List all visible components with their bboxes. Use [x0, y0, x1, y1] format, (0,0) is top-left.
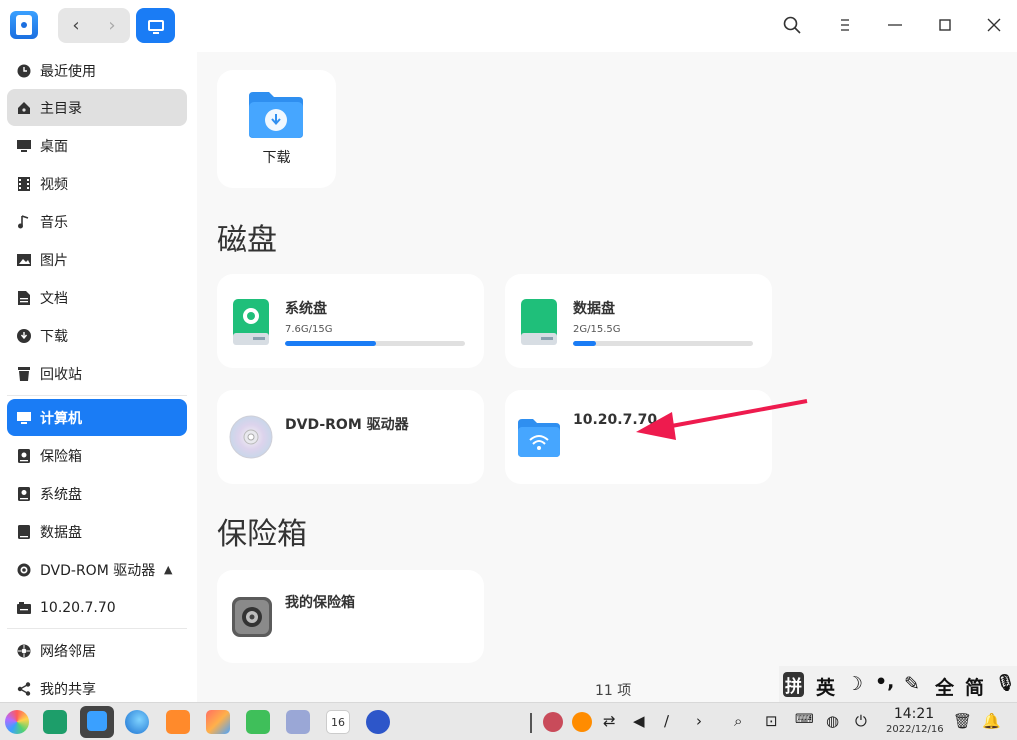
- browser-app-icon[interactable]: [125, 710, 149, 734]
- tray-update-icon[interactable]: [572, 712, 592, 732]
- ime-moon-icon[interactable]: ☽: [846, 673, 863, 695]
- image-viewer-app-icon[interactable]: [206, 710, 230, 734]
- ime-pen-icon[interactable]: ✎: [904, 673, 920, 695]
- trash-tray-icon[interactable]: 🗑: [953, 712, 972, 730]
- tray-app-icon[interactable]: [543, 712, 563, 732]
- search-icon[interactable]: ⌕: [734, 712, 742, 730]
- taskbar-separator: [530, 713, 532, 733]
- calendar-app-icon[interactable]: 16: [326, 710, 350, 734]
- document-viewer-app-icon[interactable]: [286, 710, 310, 734]
- clock-date[interactable]: 2022/12/16: [886, 724, 944, 735]
- keyboard-icon[interactable]: ⌨: [795, 712, 814, 727]
- screenshot-icon[interactable]: ⊡: [765, 712, 778, 730]
- terminal-app-icon[interactable]: [43, 710, 67, 734]
- taskbar: 16 ⇄ ◀ ∕ › ⌕ ⊡ ⌨ ◍ ⏻ 14:21 2022/12/16 🗑 …: [0, 702, 1017, 740]
- input-method-bar: 拼 英 ☽ •, ✎ 全 简 🎙: [779, 666, 1017, 704]
- network-transfer-icon[interactable]: ⇄: [603, 712, 616, 730]
- app-store-icon[interactable]: [166, 710, 190, 734]
- pen-tool-icon[interactable]: ∕: [664, 712, 669, 730]
- clock-time[interactable]: 14:21: [886, 706, 942, 722]
- settings-app-icon[interactable]: [366, 710, 390, 734]
- music-app-icon[interactable]: [246, 710, 270, 734]
- power-icon[interactable]: ⏻: [855, 712, 867, 730]
- ime-simplified-toggle[interactable]: 简: [965, 673, 984, 700]
- ime-mic-icon[interactable]: 🎙: [995, 673, 1015, 692]
- ime-english-toggle[interactable]: 英: [816, 673, 835, 700]
- ime-punctuation-toggle[interactable]: •,: [875, 671, 894, 693]
- annotation-arrow: [636, 399, 808, 440]
- ime-pinyin-button[interactable]: 拼: [783, 672, 804, 697]
- file-manager-taskbar-icon[interactable]: [80, 706, 114, 738]
- assistant-icon[interactable]: ◍: [826, 712, 839, 730]
- launcher-icon[interactable]: [5, 710, 29, 734]
- tray-expand-icon[interactable]: ›: [696, 712, 702, 730]
- notification-bell-icon[interactable]: 🔔: [982, 712, 1001, 730]
- volume-icon[interactable]: ◀: [633, 712, 645, 730]
- ime-fullwidth-toggle[interactable]: 全: [935, 673, 954, 700]
